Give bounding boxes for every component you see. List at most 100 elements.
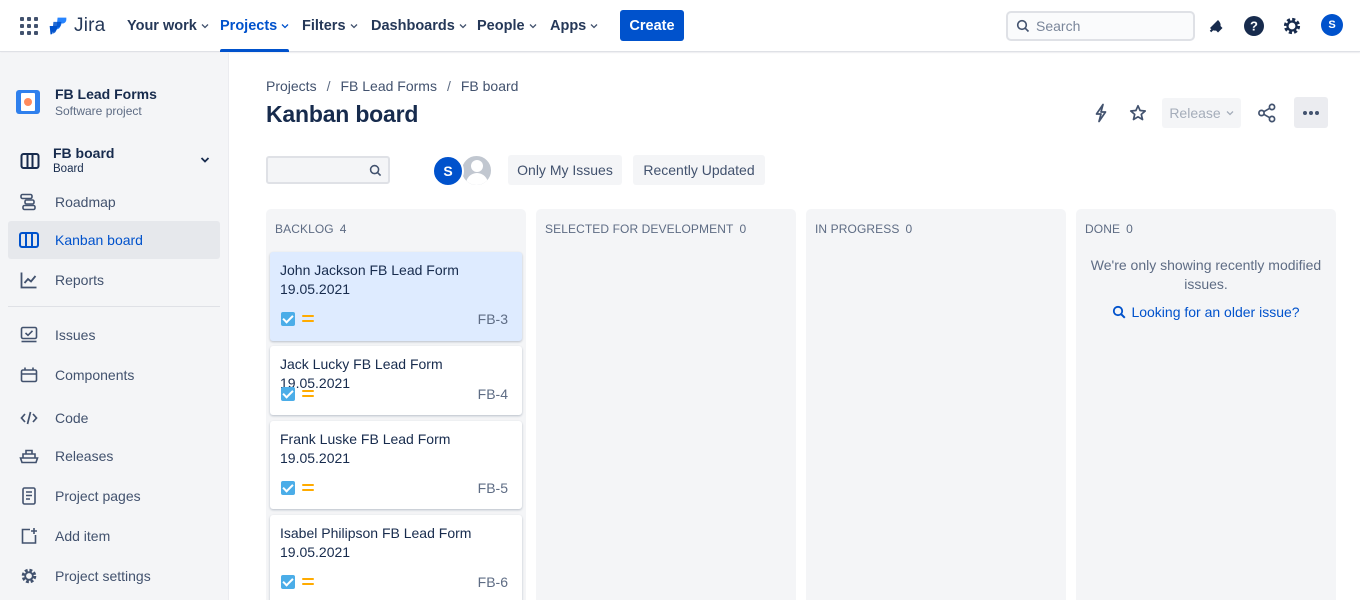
breadcrumb-separator: /	[326, 78, 331, 94]
sidebar-item-label: Project pages	[55, 488, 141, 504]
assignee-filter-avatar[interactable]: S	[432, 155, 464, 187]
board-type: Board	[53, 163, 84, 175]
column-name: BACKLOG	[275, 222, 334, 236]
priority-medium-icon	[302, 389, 314, 398]
sidebar-item-label: Components	[55, 367, 135, 383]
column-header: IN PROGRESS 0	[815, 222, 912, 236]
chevron-down-icon	[200, 157, 210, 163]
issue-card[interactable]: Frank Luske FB Lead Form 19.05.2021 FB-5	[270, 421, 522, 509]
nav-apps[interactable]: Apps	[550, 0, 598, 52]
sidebar-item-releases[interactable]: Releases	[8, 437, 220, 475]
roadmap-icon	[18, 191, 40, 213]
user-avatar[interactable]: S	[1321, 14, 1343, 36]
sidebar-item-roadmap[interactable]: Roadmap	[8, 183, 220, 221]
project-header[interactable]: FB Lead Forms Software project	[16, 85, 157, 119]
issue-key: FB-4	[477, 386, 508, 402]
board-search[interactable]	[266, 156, 390, 184]
nav-dashboards[interactable]: Dashboards	[371, 0, 467, 52]
sidebar-item-project-pages[interactable]: Project pages	[8, 477, 220, 515]
more-icon	[1303, 110, 1319, 115]
priority-medium-icon	[302, 483, 314, 492]
issue-card[interactable]: John Jackson FB Lead Form 19.05.2021 FB-…	[270, 252, 522, 341]
task-type-icon	[281, 481, 295, 495]
column-count: 0	[739, 222, 747, 236]
older-issue-link[interactable]: Looking for an older issue?	[1076, 304, 1336, 320]
board-search-input[interactable]	[274, 162, 364, 178]
breadcrumb: Projects / FB Lead Forms / FB board	[266, 78, 518, 94]
nav-people[interactable]: People	[477, 0, 537, 52]
chevron-down-icon	[281, 24, 289, 29]
older-issue-link-label: Looking for an older issue?	[1131, 304, 1300, 320]
sidebar-item-kanban-board[interactable]: Kanban board	[8, 221, 220, 259]
kanban-icon	[18, 229, 40, 251]
unassigned-filter-avatar[interactable]	[460, 154, 493, 187]
global-search-input[interactable]	[1036, 18, 1186, 34]
settings-gear-icon[interactable]	[1280, 14, 1304, 38]
chevron-down-icon	[529, 24, 537, 29]
column-count: 4	[339, 222, 347, 236]
nav-your-work-label: Your work	[127, 18, 197, 34]
automation-icon[interactable]	[1085, 98, 1117, 128]
project-sidebar: FB Lead Forms Software project FB board …	[0, 53, 229, 600]
sidebar-item-code[interactable]: Code	[8, 399, 220, 437]
column-name: DONE	[1085, 222, 1121, 236]
global-search[interactable]	[1006, 11, 1195, 41]
issue-card[interactable]: Isabel Philipson FB Lead Form 19.05.2021…	[270, 515, 522, 600]
app-switcher-icon[interactable]	[20, 17, 38, 35]
logo-text: Jira	[74, 15, 106, 36]
sidebar-item-label: Roadmap	[55, 194, 116, 210]
nav-projects[interactable]: Projects	[220, 0, 290, 52]
releases-icon	[18, 445, 40, 467]
priority-medium-icon	[302, 314, 314, 323]
nav-your-work[interactable]: Your work	[127, 0, 209, 52]
priority-medium-icon	[302, 577, 314, 586]
star-icon[interactable]	[1122, 98, 1154, 128]
nav-projects-label: Projects	[220, 18, 278, 34]
board-switcher[interactable]: FB board Board	[8, 139, 220, 183]
breadcrumb-project[interactable]: FB Lead Forms	[340, 78, 436, 94]
top-navigation: Jira Your work Projects Filters Dashboar…	[0, 0, 1360, 52]
issue-card-title: John Jackson FB Lead Form 19.05.2021	[280, 262, 459, 297]
sidebar-item-components[interactable]: Components	[8, 356, 220, 394]
jira-logo[interactable]: Jira	[48, 13, 105, 39]
sidebar-item-label: Reports	[55, 272, 105, 288]
board-name: FB board	[53, 145, 115, 161]
project-avatar	[16, 90, 40, 114]
breadcrumb-board[interactable]: FB board	[461, 78, 519, 94]
sidebar-item-issues[interactable]: Issues	[8, 316, 220, 354]
chevron-down-icon	[1226, 111, 1234, 116]
quick-filter-only-my-issues[interactable]: Only My Issues	[508, 155, 622, 185]
sidebar-item-label: Project settings	[55, 568, 151, 584]
nav-filters-label: Filters	[302, 18, 346, 34]
column-header: BACKLOG 4	[275, 222, 347, 236]
create-button[interactable]: Create	[620, 10, 684, 41]
jira-logo-icon	[49, 17, 67, 35]
task-type-icon	[281, 387, 295, 401]
issue-card-title: Frank Luske FB Lead Form 19.05.2021	[280, 431, 451, 466]
quick-filter-recently-updated[interactable]: Recently Updated	[633, 155, 765, 185]
sidebar-item-label: Code	[55, 410, 89, 426]
release-button[interactable]: Release	[1162, 98, 1241, 128]
sidebar-item-project-settings[interactable]: Project settings	[8, 557, 220, 595]
task-type-icon	[281, 312, 295, 326]
sidebar-item-add-item[interactable]: Add item	[8, 517, 220, 555]
help-icon[interactable]: ?	[1242, 14, 1266, 38]
sidebar-item-label: Add item	[55, 528, 111, 544]
reports-icon	[18, 269, 40, 291]
page-title: Kanban board	[266, 101, 419, 127]
issue-card[interactable]: Jack Lucky FB Lead Form 19.05.2021 FB-4	[270, 346, 522, 415]
more-actions-button[interactable]	[1294, 97, 1328, 128]
notifications-icon[interactable]	[1204, 14, 1228, 38]
task-type-icon	[281, 575, 295, 589]
project-pages-icon	[18, 485, 40, 507]
nav-filters[interactable]: Filters	[302, 0, 358, 52]
column-header: SELECTED FOR DEVELOPMENT 0	[545, 222, 746, 236]
project-name: FB Lead Forms	[55, 86, 157, 102]
share-icon[interactable]	[1251, 98, 1283, 128]
breadcrumb-projects[interactable]: Projects	[266, 78, 317, 94]
sidebar-item-reports[interactable]: Reports	[8, 261, 220, 299]
chevron-down-icon	[350, 24, 357, 29]
chevron-down-icon	[201, 24, 209, 29]
board-column-backlog: BACKLOG 4 John Jackson FB Lead Form 19.0…	[266, 209, 526, 600]
chevron-down-icon	[590, 24, 598, 29]
